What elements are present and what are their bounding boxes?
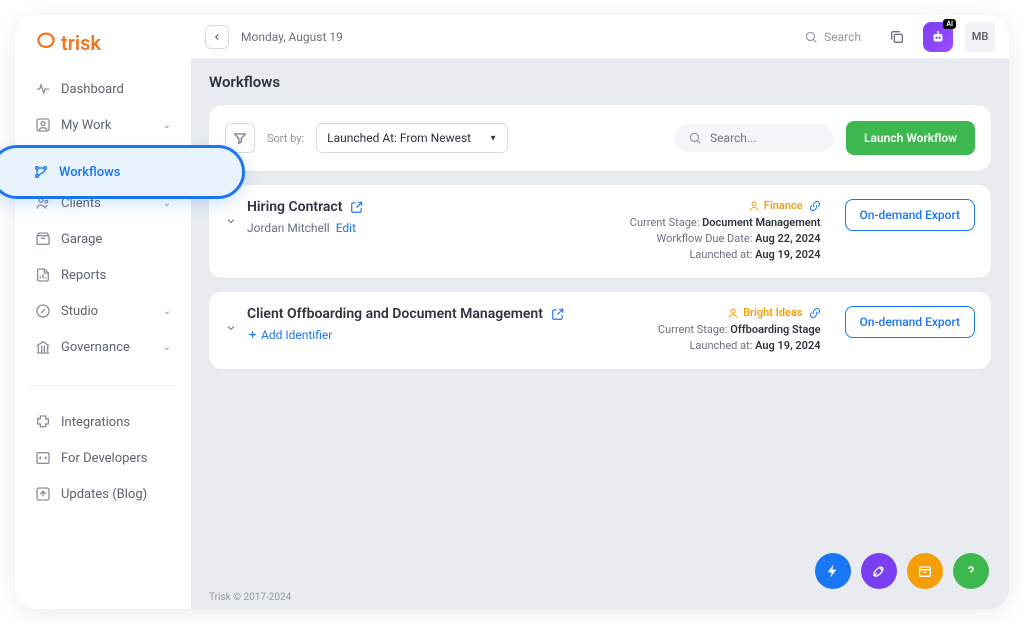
user-avatar[interactable]: MB [965, 22, 995, 52]
copy-button[interactable] [883, 23, 911, 51]
sort-value: Launched At: From Newest [327, 131, 471, 145]
sidebar-item-workflows[interactable]: Workflows [0, 145, 245, 199]
date-display: Monday, August 19 [241, 30, 343, 44]
puzzle-icon [35, 414, 51, 430]
footer-copyright: Trisk © 2017-2024 [191, 586, 1009, 609]
global-search[interactable]: Search [794, 26, 871, 48]
sidebar-item-label: For Developers [61, 451, 147, 466]
page-title: Workflows [209, 73, 991, 91]
workflow-title: Hiring Contract [247, 199, 342, 215]
arrow-up-icon [35, 486, 51, 502]
fab-archive[interactable] [907, 553, 943, 589]
sidebar-item-label: Integrations [61, 415, 130, 430]
edit-icon [35, 303, 51, 319]
branch-icon [33, 164, 49, 180]
external-link-icon[interactable] [350, 200, 364, 214]
report-icon [35, 267, 51, 283]
search-icon [804, 30, 818, 44]
sidebar-item-label: Governance [61, 340, 130, 355]
export-button[interactable]: On-demand Export [845, 306, 975, 338]
expand-toggle[interactable] [225, 322, 237, 334]
content: Workflows Sort by: Launched At: From New… [191, 59, 1009, 586]
search-input[interactable] [710, 131, 820, 145]
chevron-down-icon: ⌄ [163, 120, 171, 131]
sidebar: trisk Dashboard My Work ⌄ Workflows Clie… [15, 15, 191, 609]
sidebar-item-label: Reports [61, 268, 106, 283]
user-icon [35, 117, 51, 133]
topbar: Monday, August 19 Search MB [191, 15, 1009, 59]
logo[interactable]: trisk [25, 29, 181, 67]
sidebar-item-reports[interactable]: Reports [25, 257, 181, 293]
box-icon [35, 231, 51, 247]
workflow-tag[interactable]: Finance [748, 199, 803, 212]
workflow-title: Client Offboarding and Document Manageme… [247, 306, 543, 322]
sidebar-item-label: My Work [61, 118, 111, 133]
workflow-card: Client Offboarding and Document Manageme… [209, 292, 991, 369]
workflow-card: Hiring Contract Jordan Mitchell Edit Fin… [209, 185, 991, 278]
sidebar-item-integrations[interactable]: Integrations [25, 404, 181, 440]
sidebar-item-label: Garage [61, 232, 102, 247]
fab-bolt[interactable] [815, 553, 851, 589]
search-icon [688, 131, 702, 145]
export-button[interactable]: On-demand Export [845, 199, 975, 231]
fab-help[interactable] [953, 553, 989, 589]
sidebar-item-mywork[interactable]: My Work ⌄ [25, 107, 181, 143]
sidebar-item-updates[interactable]: Updates (Blog) [25, 476, 181, 512]
governance-icon [35, 339, 51, 355]
nav-primary: Dashboard My Work ⌄ Workflows Clients ⌄ … [25, 71, 181, 371]
chevron-down-icon: ⌄ [163, 306, 171, 317]
sidebar-item-studio[interactable]: Studio ⌄ [25, 293, 181, 329]
ai-assistant-button[interactable] [923, 22, 953, 52]
sidebar-item-developers[interactable]: For Developers [25, 440, 181, 476]
sidebar-item-label: Updates (Blog) [61, 487, 147, 502]
fab-row [815, 553, 989, 589]
fab-rocket[interactable] [861, 553, 897, 589]
launch-workflow-button[interactable]: Launch Workflow [846, 121, 975, 155]
sidebar-item-label: Studio [61, 304, 98, 319]
logo-text: trisk [61, 31, 101, 55]
workflow-tag[interactable]: Bright Ideas [727, 306, 802, 319]
main: Monday, August 19 Search MB Workflows [191, 15, 1009, 609]
sort-select[interactable]: Launched At: From Newest [316, 123, 508, 153]
sort-label: Sort by: [267, 132, 304, 145]
sidebar-item-governance[interactable]: Governance ⌄ [25, 329, 181, 365]
workflow-identifier: Jordan Mitchell [247, 221, 330, 235]
divider [29, 385, 177, 386]
external-link-icon[interactable] [551, 307, 565, 321]
expand-toggle[interactable] [225, 215, 237, 227]
add-identifier-link[interactable]: Add Identifier [247, 328, 332, 342]
code-icon [35, 450, 51, 466]
link-icon[interactable] [809, 307, 821, 319]
nav-secondary: Integrations For Developers Updates (Blo… [25, 404, 181, 512]
app-container: trisk Dashboard My Work ⌄ Workflows Clie… [15, 15, 1009, 609]
edit-link[interactable]: Edit [336, 221, 356, 235]
workflow-search[interactable] [674, 124, 834, 152]
search-label: Search [824, 30, 861, 44]
chevron-down-icon: ⌄ [163, 342, 171, 353]
back-button[interactable] [205, 25, 229, 49]
sidebar-item-garage[interactable]: Garage [25, 221, 181, 257]
pulse-icon [35, 81, 51, 97]
link-icon[interactable] [809, 200, 821, 212]
sidebar-item-label: Workflows [59, 165, 120, 180]
sidebar-item-dashboard[interactable]: Dashboard [25, 71, 181, 107]
logo-icon [35, 32, 57, 54]
filter-row: Sort by: Launched At: From Newest Launch… [225, 121, 975, 155]
chevron-down-icon: ⌄ [163, 198, 171, 209]
filter-panel: Sort by: Launched At: From Newest Launch… [209, 105, 991, 171]
sidebar-item-label: Dashboard [61, 82, 124, 97]
